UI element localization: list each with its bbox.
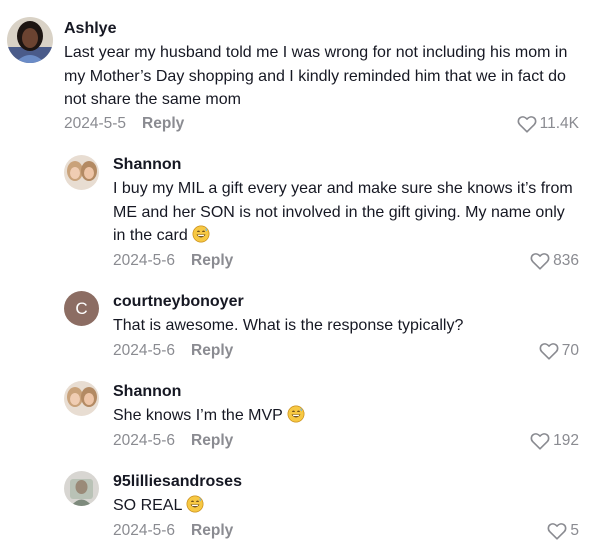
comment-text-body: She knows I’m the MVP — [113, 407, 283, 424]
comment-meta: 2024-5-6 Reply — [113, 521, 233, 541]
comment-meta: 2024-5-6 Reply — [113, 251, 233, 271]
username[interactable]: courtneybonoyer — [113, 292, 244, 312]
avatar-letter: C — [75, 299, 88, 318]
comment-text: She knows I’m the MVP — [113, 404, 578, 428]
comment-date: 2024-5-6 — [113, 252, 176, 269]
comment-meta: 2024-5-6 Reply — [113, 341, 233, 361]
comment-date: 2024-5-6 — [113, 342, 176, 359]
profile-photo-icon — [64, 155, 99, 190]
username[interactable]: Shannon — [113, 382, 181, 402]
comment-text: SO REAL — [113, 494, 578, 518]
like-count: 11.4K — [539, 115, 579, 132]
avatar[interactable]: C — [64, 291, 99, 326]
username[interactable]: 95lilliesandroses — [113, 472, 242, 492]
avatar[interactable] — [7, 17, 53, 63]
like-button[interactable]: 192 — [530, 431, 579, 451]
like-count: 836 — [553, 252, 579, 269]
heart-icon — [539, 343, 559, 360]
grinning-sweat-emoji-icon — [287, 405, 305, 423]
like-button[interactable]: 5 — [547, 521, 579, 541]
like-count: 70 — [561, 342, 579, 359]
like-count: 192 — [553, 432, 579, 449]
username[interactable]: Shannon — [113, 155, 181, 175]
reply-button[interactable]: Reply — [142, 115, 184, 132]
avatar[interactable] — [64, 155, 99, 190]
comment-date: 2024-5-6 — [113, 432, 176, 449]
heart-icon — [530, 433, 550, 450]
avatar[interactable] — [64, 381, 99, 416]
comment-text: Last year my husband told me I was wrong… — [64, 44, 568, 108]
comment-meta: 2024-5-6 Reply — [113, 431, 233, 451]
username[interactable]: Ashlye — [64, 19, 116, 39]
profile-photo-icon — [7, 17, 53, 63]
comment-meta: 2024-5-5 Reply — [64, 114, 184, 134]
heart-icon — [547, 523, 567, 540]
like-button[interactable]: 11.4K — [517, 114, 579, 134]
grinning-sweat-emoji-icon — [186, 495, 204, 513]
like-button[interactable]: 70 — [539, 341, 579, 361]
comment-date: 2024-5-6 — [113, 522, 176, 539]
profile-photo-icon — [64, 381, 99, 416]
reply-button[interactable]: Reply — [191, 252, 233, 269]
like-button[interactable]: 836 — [530, 251, 579, 271]
reply-button[interactable]: Reply — [191, 522, 233, 539]
heart-icon — [517, 116, 537, 133]
comment-date: 2024-5-5 — [64, 115, 127, 132]
comment-text-body: SO REAL — [113, 497, 182, 514]
grinning-sweat-emoji-icon — [192, 225, 210, 243]
reply-button[interactable]: Reply — [191, 342, 233, 359]
comment-text-body: I buy my MIL a gift every year and make … — [113, 180, 573, 244]
profile-photo-icon — [64, 471, 99, 506]
avatar[interactable] — [64, 471, 99, 506]
like-count: 5 — [570, 522, 579, 539]
heart-icon — [530, 253, 550, 270]
comment-text: I buy my MIL a gift every year and make … — [113, 177, 578, 248]
reply-button[interactable]: Reply — [191, 432, 233, 449]
comment-text: That is awesome. What is the response ty… — [113, 317, 464, 334]
